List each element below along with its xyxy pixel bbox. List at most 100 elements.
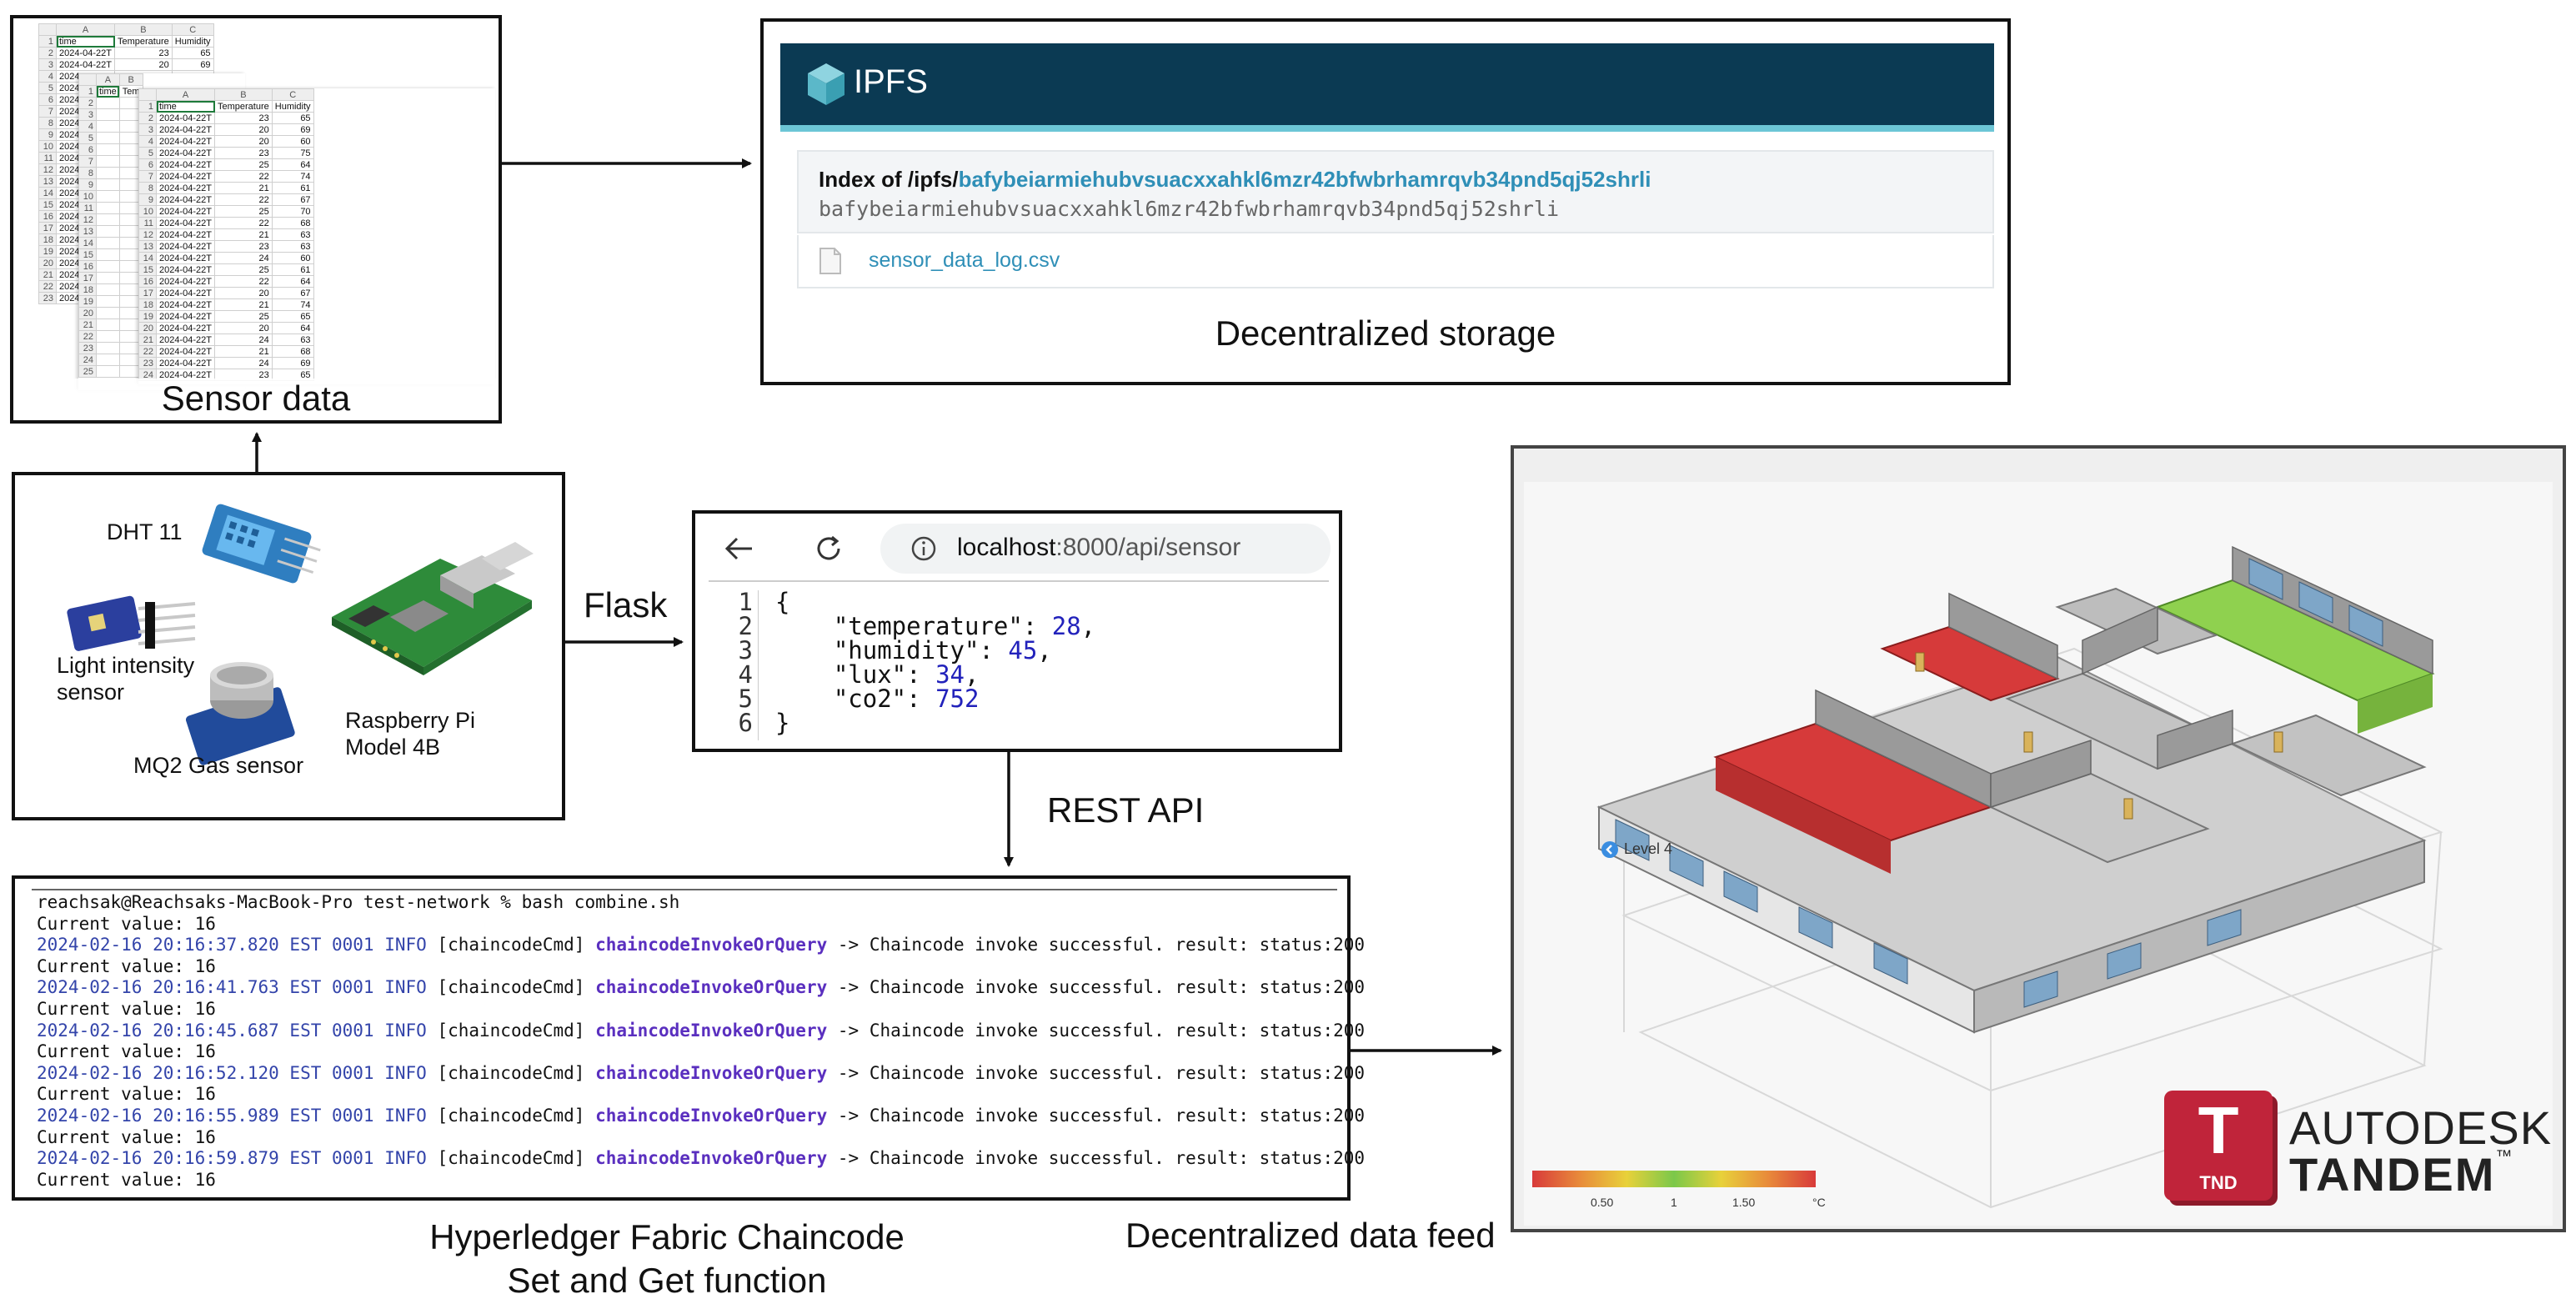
- sheet-row-number: 17: [38, 222, 57, 234]
- sheet-cell: 61: [271, 263, 314, 276]
- reload-icon[interactable]: [810, 530, 847, 567]
- sheet-row: 4: [78, 120, 143, 133]
- sheet-cell: [96, 295, 120, 308]
- sheet-column-label: [138, 88, 157, 101]
- terminal-top-rule: [32, 889, 1337, 890]
- sheet-cell: 20: [214, 322, 273, 334]
- sheet-row-number: 19: [138, 310, 157, 323]
- sheet-cell: 2024-04-22T: [156, 205, 215, 218]
- sheet-cell: 2024-04-22T: [156, 135, 215, 148]
- sheet-row-number: 12: [78, 213, 97, 226]
- sheet-header-cell: Humidity: [271, 100, 314, 113]
- json-punct: ,: [1037, 636, 1052, 665]
- sheet-cell: 2024-04-22T: [156, 357, 215, 369]
- sheet-column-label: C: [271, 88, 314, 101]
- sheet-row-number: 20: [38, 257, 57, 269]
- sheet-cell: 2024-04-22T: [156, 112, 215, 124]
- raspberry-pi-label: Raspberry Pi Model 4B: [345, 707, 475, 760]
- sheet-row-number: 15: [138, 263, 157, 276]
- dht11-sensor-icon: [202, 504, 321, 584]
- level-chevron-icon: [1601, 841, 1618, 858]
- info-icon[interactable]: [910, 535, 937, 562]
- scale-unit: °C: [1812, 1196, 1826, 1209]
- sheet-column-label: C: [171, 23, 214, 36]
- toolbar-divider: [709, 580, 1329, 582]
- sheet-header-cell: Temperature: [114, 35, 173, 48]
- log-cmd: [chaincodeCmd]: [426, 1105, 596, 1126]
- mq2-label: MQ2 Gas sensor: [133, 753, 304, 778]
- back-arrow-icon[interactable]: [720, 530, 757, 567]
- sheet-row-number: 19: [38, 245, 57, 258]
- sheet-row-number: 5: [38, 82, 57, 94]
- sheet-header-cell: Humidity: [171, 35, 214, 48]
- sheet-cell: 68: [271, 217, 314, 229]
- sheet-row: 23: [78, 342, 143, 354]
- sheet-cell: 2024-04-22T: [156, 158, 215, 171]
- sheet-row: 13: [78, 225, 143, 238]
- address-bar[interactable]: localhost:8000/api/sensor: [880, 524, 1331, 574]
- sheet-cell: 20: [214, 287, 273, 299]
- sensor-data-label: Sensor data: [13, 379, 499, 419]
- sheet-cell: 21: [214, 228, 273, 241]
- sheet-cell: [96, 283, 120, 296]
- mq2-sensor-icon: [185, 662, 295, 765]
- ipfs-file-link[interactable]: sensor_data_log.csv: [869, 248, 1060, 273]
- sheet-cell: 21: [214, 182, 273, 194]
- sheet-row: 4 2024-04-22T 20 60: [138, 135, 314, 148]
- sheet-row: 14 2024-04-22T 24 60: [138, 252, 314, 264]
- sheet-cell: 2024-04-22T: [156, 310, 215, 323]
- sheet-header-cell: time: [96, 85, 120, 98]
- sheet-cell: 64: [271, 322, 314, 334]
- sheet-cell: 21: [214, 298, 273, 311]
- spreadsheet-front: A B C 1 time Temperature Humidity 2 2024-04-22T 2…: [138, 88, 495, 384]
- sheet-cell: [96, 237, 120, 249]
- log-result: -> Chaincode invoke successful. result: …: [827, 1020, 1366, 1041]
- line-number: 2: [738, 612, 753, 640]
- log-timestamp: 2024-02-16 20:16:45.687 EST 0001 INFO: [37, 1020, 427, 1041]
- ipfs-cid-link[interactable]: bafybeiarmiehubvsuacxxahkl6mzr42bfwbrham…: [959, 167, 1651, 192]
- sheet-row-number: 6: [138, 158, 157, 171]
- sheet-row-number: 2: [38, 47, 57, 59]
- sheet-column-label: B: [114, 23, 173, 36]
- sheet-cell: 69: [271, 123, 314, 136]
- terminal-prompt-line: reachsak@Reachsaks-MacBook-Pro test-netw…: [37, 892, 1365, 914]
- sheet-row: 15 2024-04-22T 25 61: [138, 263, 314, 276]
- sheet-row: 9 2024-04-22T 22 67: [138, 193, 314, 206]
- sheet-row: 9: [78, 178, 143, 191]
- log-timestamp: 2024-02-16 20:16:52.120 EST 0001 INFO: [37, 1062, 427, 1083]
- json-line: "co2": 752: [775, 687, 1095, 711]
- sheet-row-number: 2: [78, 97, 97, 109]
- sheet-cell: 64: [271, 158, 314, 171]
- line-number: 3: [738, 636, 753, 665]
- terminal-current-line: Current value: 16: [37, 914, 1365, 935]
- sheet-cell: 23: [214, 147, 273, 159]
- sheet-cell: 74: [271, 298, 314, 311]
- ipfs-file-row[interactable]: sensor_data_log.csv: [797, 235, 1994, 288]
- sheet-row: 10: [78, 190, 143, 203]
- sheet-cell: 22: [214, 275, 273, 288]
- sheet-cell: 25: [214, 310, 273, 323]
- sheet-row-number: 7: [38, 105, 57, 118]
- sheet-row-number: 22: [138, 345, 157, 358]
- log-function: chaincodeInvokeOrQuery: [595, 935, 828, 955]
- sheet-cell: 2024-04-22T: [156, 275, 215, 288]
- sheet-row-number: 3: [138, 123, 157, 136]
- sheet-row-number: 14: [38, 187, 57, 199]
- sheet-cell: 20: [214, 123, 273, 136]
- raspberry-pi-icon: [332, 542, 534, 675]
- sheet-cell: 2024-04-22T: [156, 252, 215, 264]
- sheet-row: 14: [78, 237, 143, 249]
- sheet-cell: 69: [171, 58, 214, 71]
- sheet-row-number: 8: [138, 182, 157, 194]
- sheet-row: 18: [78, 283, 143, 296]
- sheet-cell: 2024-04-22T: [156, 170, 215, 183]
- sheet-cell: 75: [271, 147, 314, 159]
- sheet-cell: 25: [214, 263, 273, 276]
- sheet-row-number: 1: [38, 35, 57, 48]
- sheet-row: 5: [78, 132, 143, 144]
- sensor-data-panel: A B C 1 time Temperature Humidity 2 2024-04-22T 2…: [10, 15, 502, 424]
- sheet-column-label: A: [156, 88, 215, 101]
- sheet-column-header: AB: [78, 73, 143, 86]
- sheet-row-number: 10: [78, 190, 97, 203]
- current-value: Current value: 16: [37, 1084, 216, 1105]
